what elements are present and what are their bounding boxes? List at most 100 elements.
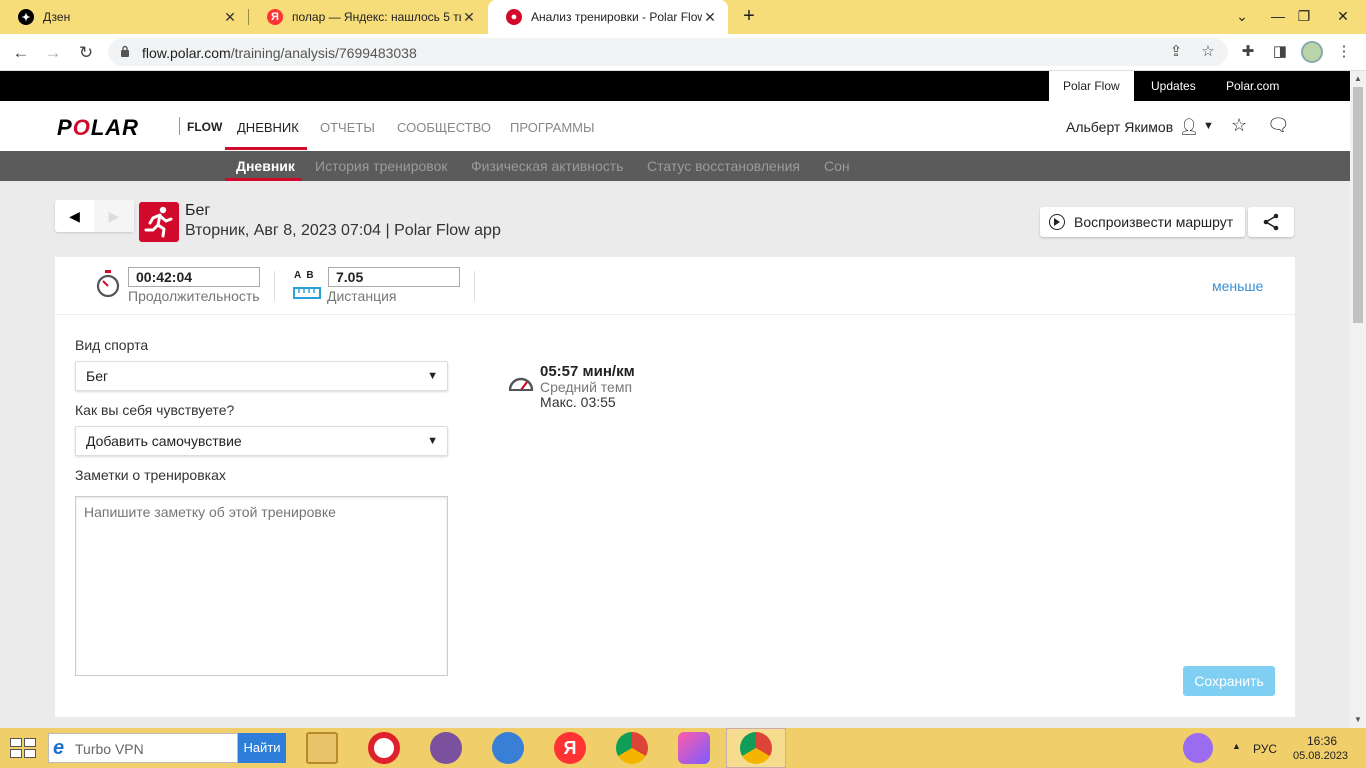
user-name: Альберт Якимов: [1066, 119, 1174, 135]
duration-value: 00:42:04: [128, 267, 260, 287]
browser-toolbar: ← → ↻ flow.polar.com/training/analysis/7…: [0, 34, 1366, 71]
tab-polar-flow[interactable]: ● Анализ тренировки - Polar Flow ✕: [488, 0, 728, 34]
page-scrollbar[interactable]: ▲ ▼: [1350, 71, 1366, 728]
user-menu[interactable]: Альберт Якимов: [1066, 119, 1173, 135]
dzen-icon: ✦: [18, 9, 34, 25]
favorites-star-icon[interactable]: ☆: [1231, 115, 1247, 136]
close-tab-icon[interactable]: ✕: [222, 9, 238, 26]
scrollbar-thumb[interactable]: [1353, 87, 1363, 323]
next-training-button[interactable]: ▶: [94, 200, 134, 232]
close-tab-icon[interactable]: ✕: [702, 9, 718, 26]
top-link-polar-flow[interactable]: Polar Flow: [1049, 71, 1134, 101]
new-tab-button[interactable]: +: [738, 5, 760, 27]
summary-divider: [274, 271, 275, 301]
extensions-puzzle-icon[interactable]: ✚: [1236, 40, 1260, 64]
subnav-diary[interactable]: Дневник: [236, 158, 295, 174]
save-button[interactable]: Сохранить: [1183, 666, 1275, 696]
tray-expand-icon[interactable]: ▲: [1232, 741, 1241, 751]
subnav-sleep[interactable]: Сон: [824, 158, 850, 174]
share-icon: [1263, 213, 1279, 231]
average-pace-value: 05:57 мин/км: [540, 363, 635, 380]
summary-divider: [474, 271, 475, 301]
active-taskbar-app[interactable]: [726, 728, 786, 768]
side-panel-icon[interactable]: ◨: [1268, 40, 1292, 64]
taskbar-search-text: Turbo VPN: [75, 741, 144, 757]
yandex-browser-icon[interactable]: Я: [554, 732, 586, 764]
polar-top-bar: Polar Flow Updates Polar.com: [0, 71, 1350, 101]
address-bar[interactable]: flow.polar.com/training/analysis/7699483…: [108, 38, 1228, 66]
scroll-down-icon[interactable]: ▼: [1354, 715, 1362, 724]
opera-icon[interactable]: [368, 732, 400, 764]
tab-title: Анализ тренировки - Polar Flow: [531, 10, 702, 24]
top-link-updates[interactable]: Updates: [1137, 71, 1210, 101]
nav-reports[interactable]: ОТЧЕТЫ: [320, 120, 375, 135]
internet-explorer-icon: e: [53, 737, 65, 759]
previous-training-button[interactable]: ◀: [55, 200, 94, 232]
distance-ab-label: A B: [294, 270, 314, 281]
taskbar-search-box[interactable]: e Turbo VPN: [48, 733, 238, 763]
share-page-icon[interactable]: ⇪: [1164, 40, 1188, 64]
close-window-icon[interactable]: ✕: [1320, 0, 1366, 34]
sport-select[interactable]: Бег ▼: [75, 361, 448, 391]
subnav-training-history[interactable]: История тренировок: [315, 158, 447, 174]
reload-icon[interactable]: ↻: [73, 40, 99, 66]
training-navigation: ◀ ▶: [55, 200, 134, 232]
forward-arrow-icon[interactable]: →: [40, 40, 66, 66]
training-date: Вторник, Авг 8, 2023 07:04 | Polar Flow …: [185, 222, 501, 239]
show-less-link[interactable]: меньше: [1212, 278, 1263, 294]
file-explorer-icon[interactable]: [306, 732, 338, 764]
taskbar-search-button[interactable]: Найти: [238, 733, 286, 763]
nav-community[interactable]: СООБЩЕСТВО: [397, 120, 491, 135]
chevron-down-icon[interactable]: ▼: [1203, 120, 1214, 132]
flow-label[interactable]: FLOW: [187, 120, 222, 134]
user-icon[interactable]: 👤︎: [1179, 117, 1199, 137]
feeling-select[interactable]: Добавить самочувствие ▼: [75, 426, 448, 456]
tab-dzen[interactable]: ✦ Дзен ✕: [0, 0, 248, 34]
browser-menu-icon[interactable]: ⋮: [1332, 40, 1356, 64]
back-arrow-icon[interactable]: ←: [8, 40, 34, 66]
windows-start-icon[interactable]: [10, 738, 38, 758]
average-pace-label: Средний темп: [540, 379, 633, 395]
nav-diary[interactable]: ДНЕВНИК: [237, 120, 299, 135]
globe-browser-icon[interactable]: [492, 732, 524, 764]
feeling-field-label: Как вы себя чувствуете?: [75, 402, 235, 418]
close-tab-icon[interactable]: ✕: [461, 9, 477, 26]
stopwatch-icon: [96, 270, 120, 298]
alice-assistant-icon[interactable]: [1183, 733, 1213, 763]
scroll-up-icon[interactable]: ▲: [1354, 74, 1362, 83]
chevron-down-icon: ▼: [427, 370, 438, 382]
tab-yandex-search[interactable]: Я полар — Яндекс: нашлось 5 тыс ✕: [249, 0, 487, 34]
play-icon: [1049, 214, 1065, 230]
lock-icon: [121, 45, 129, 57]
polar-logo[interactable]: POLAR: [57, 115, 139, 141]
logo-divider: [179, 117, 180, 135]
distance-label: Дистанция: [327, 288, 397, 304]
speedometer-icon: [508, 377, 534, 391]
nav-programs[interactable]: ПРОГРАММЫ: [510, 120, 595, 135]
tab-title: полар — Яндекс: нашлось 5 тыс: [292, 10, 461, 24]
page-viewport: Polar Flow Updates Polar.com POLAR FLOW …: [0, 71, 1350, 728]
restore-icon[interactable]: ❐: [1286, 0, 1322, 34]
active-subnav-underline: [225, 178, 302, 181]
viber-icon[interactable]: [430, 732, 462, 764]
notes-textarea[interactable]: [75, 496, 448, 676]
messages-icon[interactable]: 🗨︎: [1267, 115, 1290, 136]
bookmark-star-icon[interactable]: ☆: [1196, 40, 1220, 64]
site-header: POLAR FLOW ДНЕВНИК ОТЧЕТЫ СООБЩЕСТВО ПРО…: [0, 101, 1350, 151]
sport-select-value: Бег: [86, 368, 109, 384]
max-pace-value: Макс. 03:55: [540, 394, 616, 410]
top-link-polar-com[interactable]: Polar.com: [1212, 71, 1293, 101]
subnav-recovery[interactable]: Статус восстановления: [647, 158, 800, 174]
replay-route-button[interactable]: Воспроизвести маршрут: [1040, 207, 1245, 237]
share-button[interactable]: [1248, 207, 1294, 237]
chrome-icon[interactable]: [616, 732, 648, 764]
gem-app-icon[interactable]: [678, 732, 710, 764]
subnav-activity[interactable]: Физическая активность: [471, 158, 623, 174]
tab-search-icon[interactable]: ⌄: [1224, 0, 1260, 34]
clock-time[interactable]: 16:36: [1307, 734, 1337, 748]
clock-date[interactable]: 05.08.2023: [1293, 750, 1348, 762]
tab-title: Дзен: [43, 10, 71, 24]
profile-avatar[interactable]: [1301, 41, 1323, 63]
language-indicator[interactable]: РУС: [1253, 742, 1277, 756]
training-card: 00:42:04 Продолжительность A B 7.05 Дист…: [55, 257, 1295, 717]
